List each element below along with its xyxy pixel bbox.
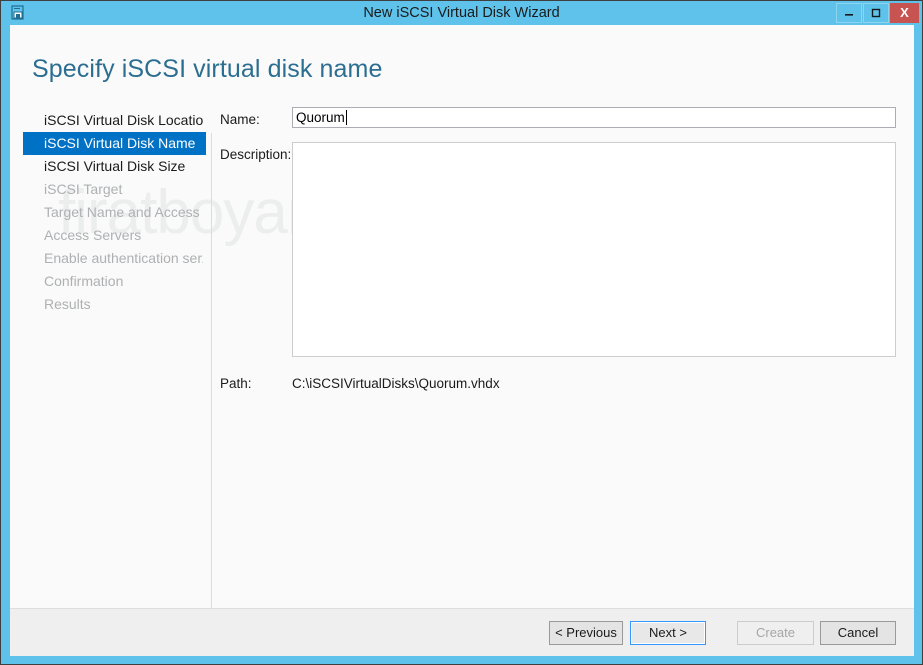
text-caret: [346, 110, 347, 125]
description-label: Description:: [220, 147, 292, 162]
path-value: C:\iSCSIVirtualDisks\Quorum.vhdx: [292, 376, 500, 391]
dialog-footer: < Previous Next > Create Cancel: [10, 608, 914, 656]
minimize-button[interactable]: [836, 3, 862, 23]
create-button: Create: [737, 621, 814, 645]
cancel-button[interactable]: Cancel: [820, 621, 896, 645]
path-label: Path:: [220, 376, 252, 391]
wizard-window: New iSCSI Virtual Disk Wizard X Specify …: [0, 0, 923, 665]
name-input[interactable]: [292, 107, 896, 128]
dialog-client-area: Specify iSCSI virtual disk name firatboy…: [10, 25, 914, 656]
previous-button[interactable]: < Previous: [549, 621, 623, 645]
description-input[interactable]: [292, 142, 896, 357]
next-button[interactable]: Next >: [630, 621, 706, 645]
close-button[interactable]: X: [890, 3, 919, 23]
form-panel: Name: Description: Path: C:\iSCSIVirtual…: [10, 25, 914, 615]
maximize-button[interactable]: [863, 3, 889, 23]
title-bar[interactable]: New iSCSI Virtual Disk Wizard X: [1, 1, 922, 25]
name-label: Name:: [220, 112, 260, 127]
window-title: New iSCSI Virtual Disk Wizard: [363, 5, 560, 21]
